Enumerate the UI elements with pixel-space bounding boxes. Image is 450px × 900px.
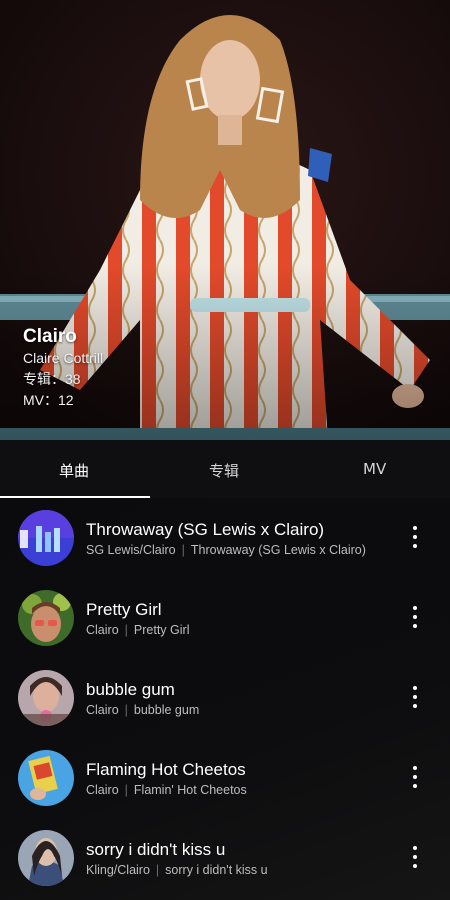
- more-vertical-icon[interactable]: [408, 686, 422, 708]
- tab-singles[interactable]: 单曲: [59, 460, 89, 481]
- song-cover: [18, 750, 74, 806]
- song-album: Flamin' Hot Cheetos: [133, 783, 247, 797]
- song-album: bubble gum: [133, 703, 200, 717]
- song-list: Throwaway (SG Lewis x Clairo) SG Lewis/C…: [0, 498, 450, 900]
- artist-name: Clairo: [23, 326, 77, 347]
- song-row[interactable]: bubble gum Clairo | bubble gum: [0, 658, 450, 738]
- separator: |: [124, 703, 128, 717]
- song-album: Pretty Girl: [133, 623, 190, 637]
- mv-count-label: MV：: [23, 392, 58, 408]
- song-subtitle: Clairo | bubble gum: [86, 703, 199, 717]
- artist-real-name: Claire Cottrill: [23, 350, 104, 366]
- song-row[interactable]: sorry i didn't kiss u Kling/Clairo | sorry…: [0, 818, 450, 898]
- song-cover: [18, 830, 74, 886]
- song-subtitle: Clairo | Pretty Girl: [86, 623, 189, 637]
- song-cover: [18, 590, 74, 646]
- song-album: sorry i didn't kiss u: [165, 863, 268, 877]
- separator: |: [124, 623, 128, 637]
- song-row[interactable]: Throwaway (SG Lewis x Clairo) SG Lewis/C…: [0, 498, 450, 578]
- tab-albums[interactable]: 专辑: [209, 460, 239, 481]
- song-subtitle: SG Lewis/Clairo | Throwaway (SG Lewis x Cl…: [86, 543, 366, 557]
- album-count: 专辑：38: [23, 369, 103, 390]
- mv-count-value: 12: [58, 392, 74, 408]
- mv-count: MV：12: [23, 390, 103, 411]
- song-title: Flaming Hot Cheetos: [86, 760, 246, 779]
- song-row[interactable]: Pretty Girl Clairo | Pretty Girl: [0, 578, 450, 658]
- album-count-label: 专辑：: [23, 371, 65, 387]
- song-title: Pretty Girl: [86, 600, 162, 619]
- song-artist: Clairo: [86, 783, 119, 797]
- song-title: bubble gum: [86, 680, 175, 699]
- tab-bar: 单曲 专辑 MV: [0, 440, 450, 498]
- artist-info: Clairo Claire Cottrill 专辑：38 MV：12: [23, 326, 103, 411]
- more-vertical-icon[interactable]: [408, 526, 422, 548]
- artist-header: Clairo Claire Cottrill 专辑：38 MV：12: [0, 0, 450, 440]
- more-vertical-icon[interactable]: [408, 846, 422, 868]
- song-artist: SG Lewis/Clairo: [86, 543, 176, 557]
- more-vertical-icon[interactable]: [408, 766, 422, 788]
- song-artist: Clairo: [86, 623, 119, 637]
- song-artist: Kling/Clairo: [86, 863, 150, 877]
- song-artist: Clairo: [86, 703, 119, 717]
- tab-mv[interactable]: MV: [363, 460, 386, 478]
- album-count-value: 38: [65, 371, 81, 387]
- separator: |: [155, 863, 160, 877]
- song-row[interactable]: Flaming Hot Cheetos Clairo | Flamin' Hot C…: [0, 738, 450, 818]
- song-subtitle: Kling/Clairo | sorry i didn't kiss u: [86, 863, 268, 877]
- song-title: Throwaway (SG Lewis x Clairo): [86, 520, 325, 539]
- song-title: sorry i didn't kiss u: [86, 840, 226, 859]
- separator: |: [124, 783, 128, 797]
- more-vertical-icon[interactable]: [408, 606, 422, 628]
- song-cover: [18, 510, 74, 566]
- song-subtitle: Clairo | Flamin' Hot Cheetos: [86, 783, 247, 797]
- separator: |: [181, 543, 185, 557]
- song-cover: [18, 670, 74, 726]
- song-album: Throwaway (SG Lewis x Clairo): [190, 543, 366, 557]
